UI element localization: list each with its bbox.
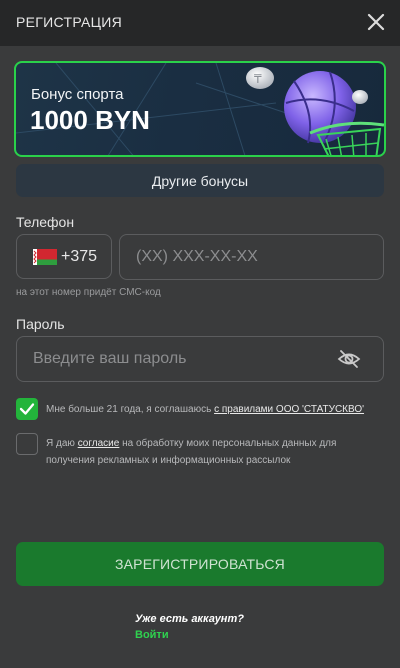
country-code-text: +375 (61, 247, 98, 265)
sport-bonus-banner[interactable]: Бонус спорта 1000 BYN ₸ (14, 61, 386, 157)
basketball-icon: ₸ (246, 67, 384, 155)
close-icon[interactable] (364, 10, 388, 34)
consent-prefix: Я даю (46, 438, 78, 449)
register-button[interactable]: ЗАРЕГИСТРИРОВАТЬСЯ (16, 542, 384, 586)
phone-hint: на этот номер придёт СМС-код (16, 287, 161, 298)
consent-line-2: получения рекламных и информационных рас… (46, 455, 291, 466)
other-bonuses-button[interactable]: Другие бонусы (16, 164, 384, 197)
banner-subtitle: Бонус спорта (31, 86, 124, 103)
checkmark-icon (19, 403, 35, 415)
rules-link[interactable]: с правилами ООО 'СТАТУСКВО' (214, 404, 364, 415)
registration-modal: РЕГИСТРАЦИЯ Бонус спорта 1000 BYN ₸ Друг… (0, 0, 400, 668)
phone-input[interactable] (119, 234, 384, 280)
banner-amount: 1000 BYN (30, 105, 150, 135)
consent-text: Я даю согласие на обработку моих персона… (46, 435, 336, 469)
consent-line1-rest: на обработку моих персональных данных дл… (119, 438, 337, 449)
password-input[interactable] (16, 336, 384, 382)
consent-line-1: Я даю согласие на обработку моих персона… (46, 435, 336, 452)
eye-off-icon[interactable] (337, 347, 361, 371)
svg-text:₸: ₸ (254, 72, 262, 86)
belarus-flag-icon (33, 248, 57, 265)
modal-title: РЕГИСТРАЦИЯ (16, 14, 123, 30)
login-link[interactable]: Войти (135, 629, 169, 641)
password-label: Пароль (16, 316, 65, 332)
have-account-text: Уже есть аккаунт? (135, 613, 244, 625)
consent-link[interactable]: согласие (78, 438, 120, 449)
country-code-selector[interactable]: +375 (16, 234, 112, 279)
phone-label: Телефон (16, 214, 75, 230)
consent-checkbox[interactable] (16, 433, 38, 455)
age-agreement-label: Мне больше 21 года, я соглашаюсь (46, 404, 215, 415)
age-agreement-checkbox[interactable] (16, 398, 38, 420)
age-agreement-text: Мне больше 21 года, я соглашаюсь с прави… (46, 401, 364, 418)
modal-header: РЕГИСТРАЦИЯ (0, 0, 400, 46)
